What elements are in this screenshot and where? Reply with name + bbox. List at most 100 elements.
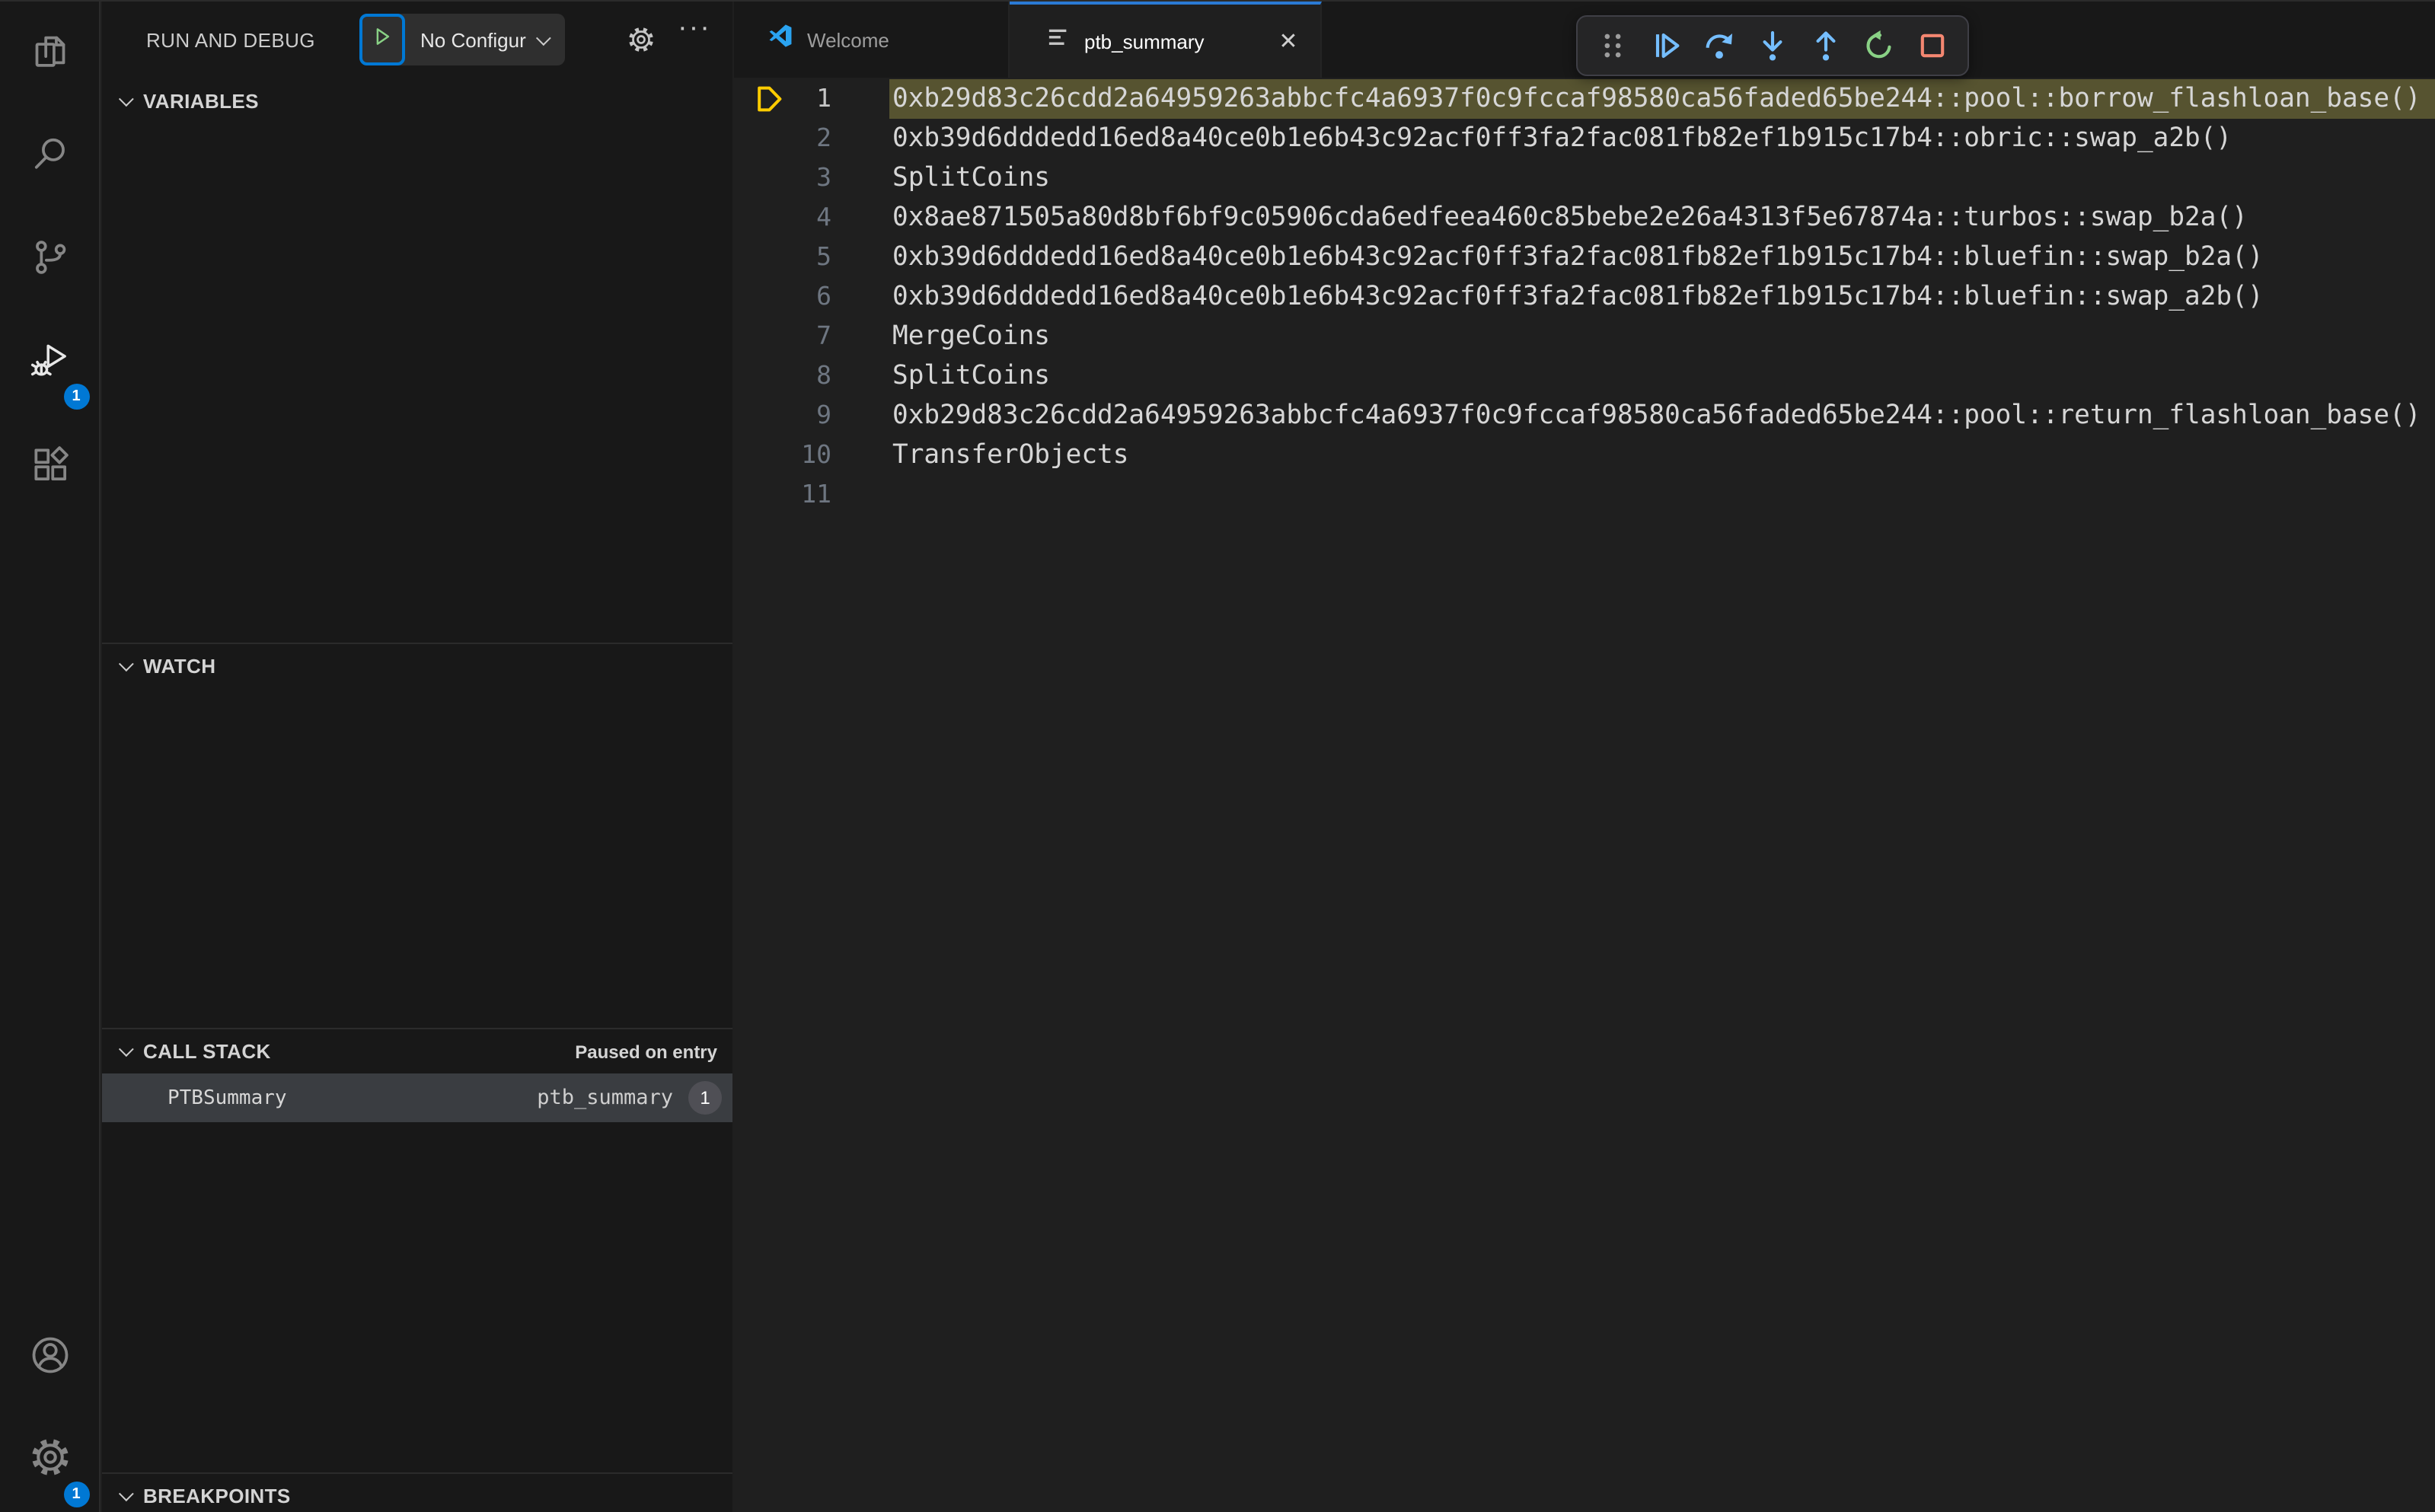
line-text[interactable]: SplitCoins bbox=[892, 158, 1050, 198]
activity-item-run-and-debug[interactable]: 1 bbox=[0, 312, 100, 416]
debug-toolbar bbox=[1576, 15, 1969, 76]
code-line[interactable]: 2 0xb39d6dddedd16ed8a40ce0b1e6b43c92acf0f… bbox=[734, 119, 2435, 158]
current-line-gutter-arrow[interactable] bbox=[734, 79, 792, 119]
gutter[interactable] bbox=[734, 277, 792, 317]
code-line[interactable]: 1 0xb29d83c26cdd2a64959263abbcfc4a6937f0c… bbox=[734, 79, 2435, 119]
call-stack-frames: PTBSummary ptb_summary 1 bbox=[102, 1073, 732, 1122]
code-line[interactable]: 7 MergeCoins bbox=[734, 317, 2435, 356]
debug-start-button[interactable] bbox=[359, 14, 405, 65]
line-number: 11 bbox=[801, 480, 831, 509]
frame-file: ptb_summary bbox=[537, 1086, 673, 1110]
section-breakpoints[interactable]: BREAKPOINTS bbox=[102, 1472, 732, 1512]
line-text[interactable]: 0x8ae871505a80d8bf6bf9c05906cda6edfeea46… bbox=[892, 198, 2248, 238]
line-text[interactable]: TransferObjects bbox=[892, 435, 1128, 475]
debug-config-label: No Configur bbox=[420, 28, 526, 51]
line-number: 3 bbox=[816, 163, 831, 192]
chevron-down-icon bbox=[118, 91, 134, 107]
step-into-icon[interactable] bbox=[1750, 23, 1795, 69]
play-icon bbox=[372, 25, 393, 54]
line-text[interactable]: 0xb29d83c26cdd2a64959263abbcfc4a6937f0c9… bbox=[892, 79, 2421, 119]
frame-name: PTBSummary bbox=[168, 1086, 287, 1109]
code-line[interactable]: 9 0xb29d83c26cdd2a64959263abbcfc4a6937f0c… bbox=[734, 396, 2435, 435]
chevron-down-icon bbox=[118, 1486, 134, 1502]
source-control-icon bbox=[28, 235, 71, 285]
section-variables[interactable]: VARIABLES bbox=[102, 78, 732, 123]
gutter[interactable] bbox=[734, 238, 792, 277]
restart-icon[interactable] bbox=[1856, 23, 1902, 69]
chevron-down-icon bbox=[536, 30, 552, 46]
tab-label: Welcome bbox=[807, 28, 889, 51]
step-over-icon[interactable] bbox=[1696, 23, 1742, 69]
close-icon[interactable]: ✕ bbox=[1272, 24, 1305, 58]
continue-icon[interactable] bbox=[1643, 23, 1689, 69]
debug-config-dropdown[interactable]: No Configur bbox=[405, 14, 566, 65]
code-line[interactable]: 6 0xb39d6dddedd16ed8a40ce0b1e6b43c92acf0f… bbox=[734, 277, 2435, 317]
toolbar-drag-handle[interactable] bbox=[1590, 23, 1636, 69]
gutter[interactable] bbox=[734, 435, 792, 475]
line-number: 2 bbox=[816, 123, 831, 152]
gutter[interactable] bbox=[734, 317, 792, 356]
line-number: 8 bbox=[816, 361, 831, 390]
activity-bar: 1 1 bbox=[0, 2, 101, 1512]
code-lines: 1 0xb29d83c26cdd2a64959263abbcfc4a6937f0c… bbox=[734, 78, 2435, 515]
line-number: 7 bbox=[816, 321, 831, 350]
line-text[interactable]: 0xb39d6dddedd16ed8a40ce0b1e6b43c92acf0ff… bbox=[892, 238, 2264, 277]
code-line[interactable]: 4 0x8ae871505a80d8bf6bf9c05906cda6edfeea4… bbox=[734, 198, 2435, 238]
line-number: 1 bbox=[816, 84, 831, 113]
section-watch[interactable]: WATCH bbox=[102, 643, 732, 688]
more-actions-icon[interactable]: ··· bbox=[678, 12, 711, 46]
line-number: 6 bbox=[816, 282, 831, 311]
line-number: 9 bbox=[816, 400, 831, 429]
sidebar-run-and-debug: RUN AND DEBUG No Configur ··· VARIABLES … bbox=[102, 2, 732, 1512]
activity-item-extensions[interactable] bbox=[0, 416, 100, 519]
code-line[interactable]: 5 0xb39d6dddedd16ed8a40ce0b1e6b43c92acf0f… bbox=[734, 238, 2435, 277]
configure-gear-icon[interactable] bbox=[626, 24, 656, 62]
activity-item-source-control[interactable] bbox=[0, 209, 100, 312]
gutter[interactable] bbox=[734, 158, 792, 198]
gutter[interactable] bbox=[734, 396, 792, 435]
code-line[interactable]: 10 TransferObjects bbox=[734, 435, 2435, 475]
line-number: 5 bbox=[816, 242, 831, 271]
code-line[interactable]: 3 SplitCoins bbox=[734, 158, 2435, 198]
line-text[interactable]: 0xb39d6dddedd16ed8a40ce0b1e6b43c92acf0ff… bbox=[892, 277, 2264, 317]
account-icon bbox=[27, 1332, 72, 1385]
activity-item-search[interactable] bbox=[0, 105, 100, 209]
gutter[interactable] bbox=[734, 119, 792, 158]
sidebar-title: RUN AND DEBUG bbox=[146, 28, 315, 51]
chevron-down-icon bbox=[118, 656, 134, 672]
tab-ptb-summary[interactable]: ptb_summary ✕ bbox=[1010, 2, 1322, 78]
debug-icon bbox=[28, 339, 71, 389]
section-call-stack[interactable]: CALL STACK Paused on entry bbox=[102, 1028, 732, 1073]
line-text[interactable]: MergeCoins bbox=[892, 317, 1050, 356]
code-line[interactable]: 11 bbox=[734, 475, 2435, 515]
list-file-icon bbox=[1048, 26, 1071, 56]
debug-badge: 1 bbox=[63, 384, 89, 410]
gutter[interactable] bbox=[734, 475, 792, 515]
gutter[interactable] bbox=[734, 356, 792, 396]
gear-icon bbox=[27, 1434, 72, 1487]
call-stack-frame[interactable]: PTBSummary ptb_summary 1 bbox=[102, 1073, 732, 1122]
frame-badge: 1 bbox=[688, 1081, 722, 1115]
chevron-down-icon bbox=[118, 1041, 134, 1057]
code-line[interactable]: 8 SplitCoins bbox=[734, 356, 2435, 396]
settings-badge: 1 bbox=[63, 1482, 89, 1507]
line-number: 10 bbox=[801, 440, 831, 469]
activity-item-accounts[interactable] bbox=[0, 1309, 100, 1407]
sidebar-title-row: RUN AND DEBUG No Configur ··· bbox=[102, 2, 732, 78]
line-text[interactable]: 0xb29d83c26cdd2a64959263abbcfc4a6937f0c9… bbox=[892, 396, 2421, 435]
line-text[interactable]: SplitCoins bbox=[892, 356, 1050, 396]
vscode-window: 1 1 RUN AND DEBUG No Configur ··· VARIAB… bbox=[0, 0, 2435, 1512]
tab-welcome[interactable]: Welcome bbox=[734, 2, 1010, 78]
vscode-logo-icon bbox=[768, 23, 793, 56]
line-text[interactable]: 0xb39d6dddedd16ed8a40ce0b1e6b43c92acf0ff… bbox=[892, 119, 2232, 158]
extensions-icon bbox=[28, 442, 71, 493]
gutter[interactable] bbox=[734, 198, 792, 238]
search-icon bbox=[28, 132, 71, 182]
activity-item-settings[interactable]: 1 bbox=[0, 1407, 100, 1512]
step-out-icon[interactable] bbox=[1803, 23, 1849, 69]
line-number: 4 bbox=[816, 203, 831, 231]
stop-icon[interactable] bbox=[1910, 23, 1955, 69]
activity-item-explorer[interactable] bbox=[0, 2, 100, 105]
call-stack-status: Paused on entry bbox=[575, 1041, 717, 1062]
files-icon bbox=[28, 28, 71, 78]
